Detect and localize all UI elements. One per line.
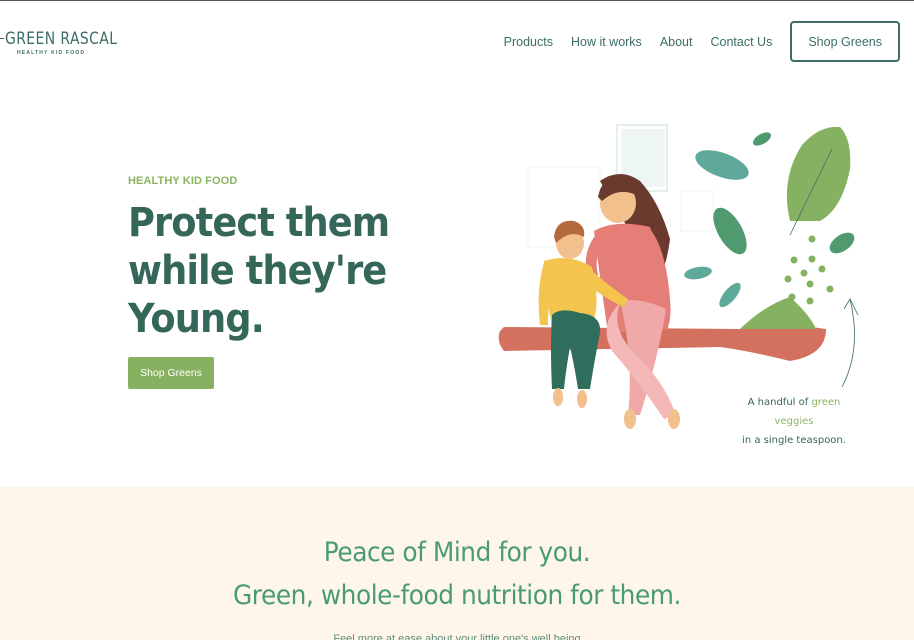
peace-of-mind-section: Peace of Mind for you. Green, whole-food…: [0, 487, 914, 640]
large-leaf-icon: [786, 126, 851, 221]
curved-arrow-icon: [841, 298, 855, 388]
logo-dash: [0, 38, 4, 39]
hero-title-line-2: while they're: [128, 248, 387, 294]
caption-line-1: A handful of green veggies: [729, 393, 859, 431]
nav-about[interactable]: About: [660, 35, 693, 49]
shop-greens-nav-button[interactable]: Shop Greens: [790, 21, 900, 62]
section-heading-line-2: Green, whole-food nutrition for them.: [233, 580, 681, 611]
logo-tagline: HEALTHY KID FOOD: [17, 50, 86, 56]
frame-3: [680, 190, 714, 232]
hero-title-line-1: Protect them: [128, 200, 390, 246]
illustration-caption: A handful of green veggies in a single t…: [729, 393, 859, 450]
nav-how-it-works[interactable]: How it works: [571, 35, 642, 49]
hero-title: Protect them while they're Young.: [128, 199, 404, 343]
powder-mound-icon: [740, 297, 816, 329]
section-heading: Peace of Mind for you. Green, whole-food…: [37, 531, 878, 617]
caption-line-2: in a single teaspoon.: [742, 435, 846, 446]
leaf-icon: [695, 150, 749, 180]
leaf-icon: [719, 282, 741, 308]
site-header: GREEN RASCAL HEALTHY KID FOOD Products H…: [0, 1, 914, 83]
caption-part-1: A handful of: [747, 397, 812, 408]
nav-contact-us[interactable]: Contact Us: [710, 35, 772, 49]
hero-title-line-3: Young.: [128, 296, 265, 342]
hero-text: HEALTHY KID FOOD Protect them while they…: [128, 175, 428, 389]
leaf-icon: [684, 266, 712, 280]
peas-icon: [784, 235, 834, 305]
section-heading-line-1: Peace of Mind for you.: [323, 537, 591, 568]
leaf-icon: [752, 132, 772, 146]
spoon-icon: [498, 326, 826, 361]
shop-greens-hero-button[interactable]: Shop Greens: [128, 357, 214, 389]
hero-eyebrow: HEALTHY KID FOOD: [128, 175, 238, 187]
hero-illustration: [498, 124, 859, 429]
nav-products[interactable]: Products: [504, 35, 553, 49]
leaf-icon: [829, 232, 855, 254]
section-subtext: Feel more at ease about your little one'…: [333, 633, 581, 640]
logo[interactable]: GREEN RASCAL HEALTHY KID FOOD: [0, 29, 142, 56]
logo-text: GREEN RASCAL: [5, 29, 118, 49]
main-nav: Products How it works About Contact Us S…: [504, 21, 900, 62]
leaf-icon: [713, 207, 747, 255]
